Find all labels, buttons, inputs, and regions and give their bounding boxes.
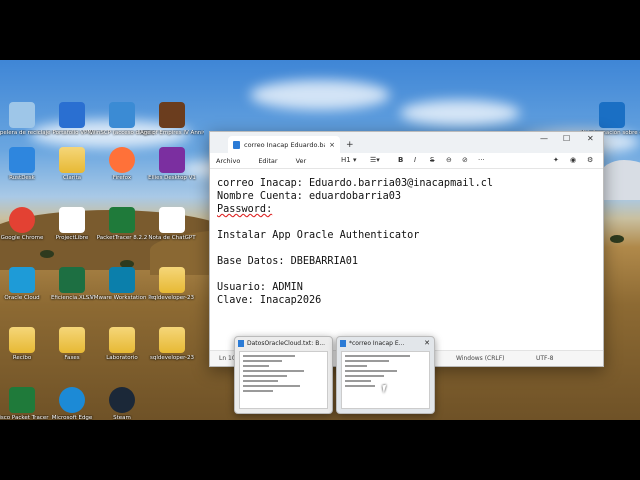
editor-line: Clave: Inacap2026 bbox=[217, 295, 322, 306]
cloud-app-icon bbox=[9, 267, 35, 293]
taskbar-preview-datos[interactable]: DatosOracleCloud.txt: B... bbox=[234, 336, 333, 414]
rustdesk-icon bbox=[9, 147, 35, 173]
mountain bbox=[600, 160, 640, 200]
text-editor[interactable]: correo Inacap: Eduardo.barria03@inacapma… bbox=[210, 169, 603, 315]
menu-editar[interactable]: Editar bbox=[258, 157, 277, 165]
preview-close-icon[interactable]: ✕ bbox=[424, 339, 430, 347]
game-icon bbox=[159, 102, 185, 128]
notepad-app-icon bbox=[340, 339, 346, 347]
editor-line: Base Datos: DBEBARRIA01 bbox=[217, 256, 359, 267]
folder-icon bbox=[109, 327, 135, 353]
strikethrough-icon[interactable]: S bbox=[430, 156, 434, 164]
desktop-icon-label: Nota de ChatGPT bbox=[148, 235, 196, 241]
excel-icon bbox=[59, 267, 85, 293]
desktop-icon[interactable]: sqldeveloper-23 bbox=[140, 327, 204, 362]
folder-icon bbox=[59, 147, 85, 173]
desktop-icon[interactable]: Age of Empires IV Anniversary Edition bbox=[140, 102, 204, 137]
minimize-icon[interactable]: — bbox=[540, 134, 548, 143]
packettracer-icon bbox=[9, 387, 35, 413]
folder-icon bbox=[159, 267, 185, 293]
heading-level: H1 bbox=[341, 156, 351, 164]
menu-ver[interactable]: Ver bbox=[296, 157, 307, 165]
desktop-icon[interactable]: Steam bbox=[90, 387, 154, 422]
desktop-icon-label: sqldeveloper-23 bbox=[149, 355, 195, 361]
vpn-icon bbox=[59, 102, 85, 128]
bold-icon[interactable]: B bbox=[398, 156, 403, 164]
tab-correo[interactable]: correo Inacap Eduardo.barria03@i × bbox=[228, 136, 340, 153]
preview-thumbnail bbox=[239, 351, 328, 409]
edge-icon bbox=[59, 387, 85, 413]
desktop-icon-label: Ellies Desktop V1 bbox=[148, 175, 196, 181]
notepad-app-icon bbox=[238, 339, 244, 347]
desktop-icon[interactable]: Nota de ChatGPT bbox=[140, 207, 204, 242]
preview-title: DatosOracleCloud.txt: B... bbox=[247, 339, 326, 347]
close-window-icon[interactable]: ✕ bbox=[587, 134, 594, 143]
editor-line: Usuario: ADMIN bbox=[217, 282, 303, 293]
more-icon[interactable]: ··· bbox=[478, 156, 485, 164]
firefox-icon bbox=[109, 147, 135, 173]
status-line-ending: Windows (CRLF) bbox=[456, 355, 505, 362]
document-icon bbox=[159, 207, 185, 233]
settings-icon[interactable]: ⚙ bbox=[587, 156, 593, 164]
folder-icon bbox=[9, 327, 35, 353]
list-icon[interactable]: ☰▾ bbox=[370, 156, 380, 164]
desktop-icon-label: Steam bbox=[113, 415, 131, 421]
link-icon[interactable]: ⊖ bbox=[446, 156, 452, 164]
tab-title: correo Inacap Eduardo.barria03@i bbox=[244, 140, 325, 149]
preview-title: *correo Inacap E... bbox=[349, 339, 405, 347]
chrome-icon bbox=[9, 207, 35, 233]
projectlibre-icon bbox=[59, 207, 85, 233]
info-icon bbox=[599, 102, 625, 128]
copilot-icon[interactable]: ✦ bbox=[553, 156, 559, 164]
notepad-window[interactable]: correo Inacap Eduardo.barria03@i × + — ☐… bbox=[209, 131, 604, 367]
editor-line: Instalar App Oracle Authenticator bbox=[217, 230, 420, 241]
folder-icon bbox=[159, 327, 185, 353]
new-tab-button[interactable]: + bbox=[346, 140, 354, 150]
packettracer-icon bbox=[109, 207, 135, 233]
preview-thumbnail bbox=[341, 351, 430, 409]
editor-line: Nombre Cuenta: eduardobarria03 bbox=[217, 191, 402, 202]
status-encoding: UTF-8 bbox=[536, 355, 554, 362]
steam-icon bbox=[109, 387, 135, 413]
folder-icon bbox=[59, 327, 85, 353]
menu-bar: Archivo Editar Ver H1 ▾ ☰▾ B I S ⊖ ⊘ ···… bbox=[210, 153, 603, 169]
notepad-app-icon bbox=[233, 140, 240, 149]
tab-bar: correo Inacap Eduardo.barria03@i × + — ☐… bbox=[210, 132, 603, 153]
heading-dropdown[interactable]: H1 ▾ bbox=[341, 156, 356, 164]
taskbar-preview-correo[interactable]: *correo Inacap E... ✕ bbox=[336, 336, 435, 414]
desktop-icon-label: sqldeveloper-23 bbox=[149, 295, 195, 301]
desktop-icon-label: Age of Empires IV Anniversary Edition bbox=[140, 130, 204, 136]
maximize-icon[interactable]: ☐ bbox=[563, 134, 570, 143]
tab-close-icon[interactable]: × bbox=[329, 141, 335, 149]
editor-line: Password: bbox=[217, 204, 273, 215]
desktop-icon[interactable]: sqldeveloper-23 bbox=[140, 267, 204, 302]
editor-line: correo Inacap: Eduardo.barria03@inacapma… bbox=[217, 178, 494, 189]
account-icon[interactable]: ◉ bbox=[570, 156, 576, 164]
desktop-icon[interactable]: Ellies Desktop V1 bbox=[140, 147, 204, 182]
winscp-icon bbox=[109, 102, 135, 128]
clear-format-icon[interactable]: ⊘ bbox=[462, 156, 468, 164]
recycle-bin-icon bbox=[9, 102, 35, 128]
italic-icon[interactable]: I bbox=[414, 156, 416, 164]
menu-archivo[interactable]: Archivo bbox=[216, 157, 240, 165]
vmware-icon bbox=[109, 267, 135, 293]
el-icon bbox=[159, 147, 185, 173]
